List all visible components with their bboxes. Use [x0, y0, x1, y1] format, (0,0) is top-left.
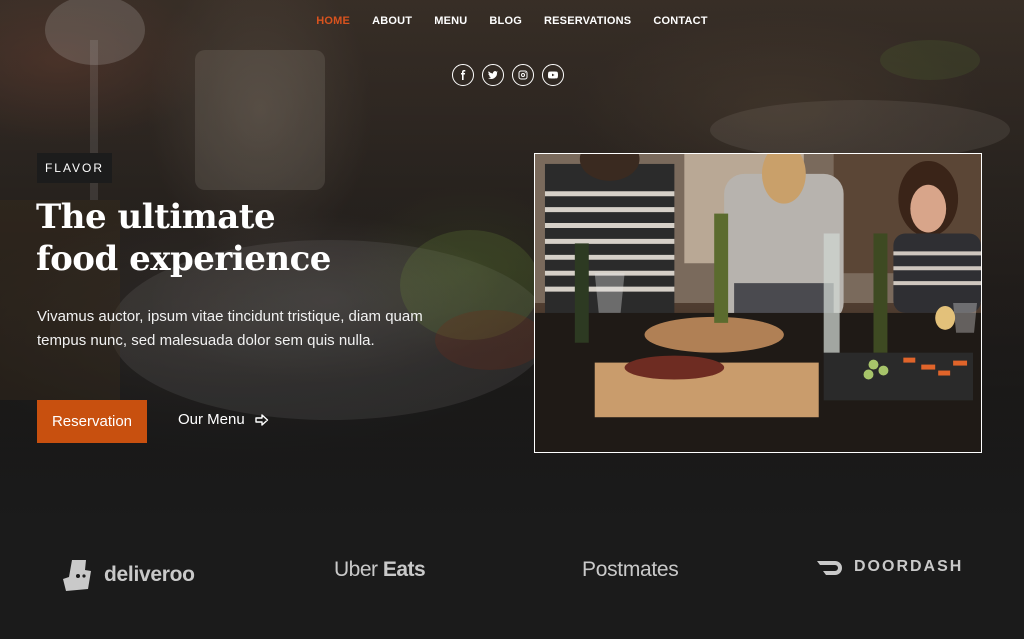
category-badge: FLAVOR: [37, 153, 112, 183]
nav-menu[interactable]: MENU: [423, 14, 478, 28]
uber-eats-wordmark: Uber Eats: [334, 558, 426, 581]
nav-home[interactable]: HOME: [305, 14, 361, 28]
hero-photo: [534, 153, 982, 453]
partner-uber-eats[interactable]: Uber Eats: [334, 558, 426, 582]
facebook-icon[interactable]: [452, 64, 474, 86]
nav-reservations[interactable]: RESERVATIONS: [533, 14, 642, 28]
partner-postmates[interactable]: Postmates: [582, 558, 679, 582]
nav-blog[interactable]: BLOG: [478, 14, 533, 28]
partner-deliveroo[interactable]: deliveroo: [62, 558, 195, 592]
nav-about[interactable]: ABOUT: [361, 14, 423, 28]
deliveroo-wordmark: deliveroo: [104, 563, 195, 586]
delivery-partners: deliveroo Uber Eats Postmates DOORDASH: [0, 540, 1024, 620]
twitter-icon[interactable]: [482, 64, 504, 86]
youtube-icon[interactable]: [542, 64, 564, 86]
partner-doordash[interactable]: DOORDASH: [816, 558, 963, 576]
doordash-logo-icon: [817, 561, 842, 575]
reservation-button[interactable]: Reservation: [37, 400, 147, 443]
arrow-right-icon: [255, 413, 268, 426]
doordash-wordmark: DOORDASH: [854, 558, 964, 575]
deliveroo-kangaroo-icon: [63, 560, 91, 591]
instagram-icon[interactable]: [512, 64, 534, 86]
our-menu-link[interactable]: Our Menu: [178, 411, 269, 428]
hero-description: Vivamus auctor, ipsum vitae tincidunt tr…: [37, 308, 423, 349]
hero-title: The ultimate food experience: [36, 197, 331, 279]
postmates-wordmark: Postmates: [582, 558, 679, 581]
main-nav: HOME ABOUT MENU BLOG RESERVATIONS CONTAC…: [0, 14, 1024, 28]
nav-contact[interactable]: CONTACT: [642, 14, 718, 28]
our-menu-label: Our Menu: [178, 411, 245, 428]
social-links: [452, 64, 564, 86]
